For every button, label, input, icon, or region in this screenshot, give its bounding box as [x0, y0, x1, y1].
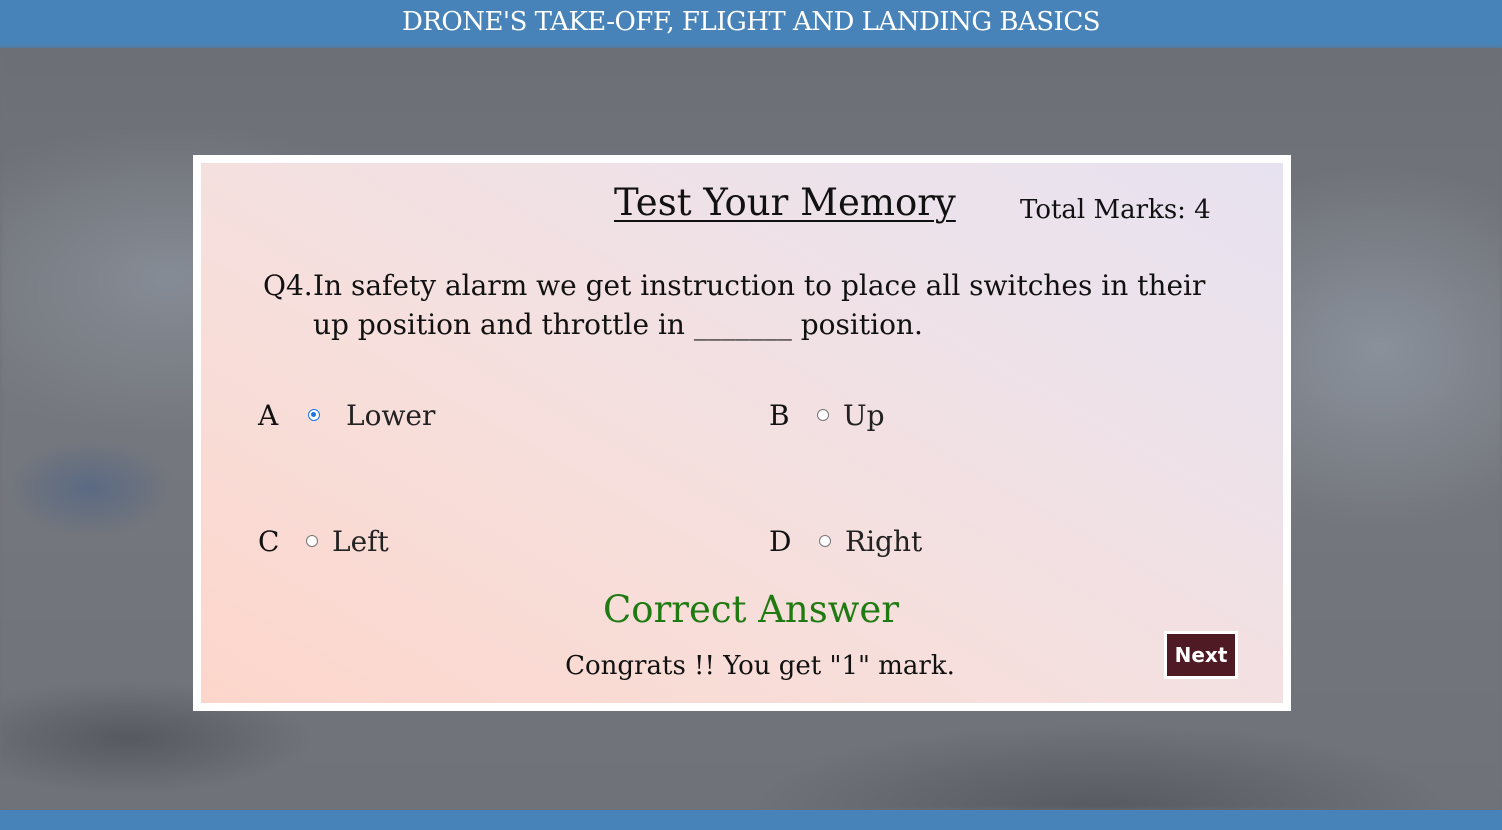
- page-header: DRONE'S TAKE-OFF, FLIGHT AND LANDING BAS…: [0, 0, 1502, 48]
- result-title: Correct Answer: [603, 588, 899, 631]
- total-marks: Total Marks: 4: [1020, 195, 1211, 225]
- option-d-radio[interactable]: [819, 535, 831, 547]
- option-label: Right: [845, 524, 923, 558]
- option-letter: A: [258, 398, 279, 432]
- option-b-radio[interactable]: [817, 409, 829, 421]
- question-text: In safety alarm we get instruction to pl…: [313, 269, 1206, 341]
- question-number: Q4.: [263, 269, 313, 302]
- option-d[interactable]: D Right: [769, 521, 922, 561]
- quiz-panel: Test Your Memory Total Marks: 4 Q4. In s…: [193, 155, 1291, 711]
- footer-bar: [0, 810, 1502, 830]
- next-button[interactable]: Next: [1164, 631, 1238, 679]
- option-label: Up: [843, 398, 885, 432]
- quiz-panel-inner: Test Your Memory Total Marks: 4 Q4. In s…: [201, 163, 1283, 703]
- option-b[interactable]: B Up: [769, 395, 885, 435]
- page-title: DRONE'S TAKE-OFF, FLIGHT AND LANDING BAS…: [401, 7, 1101, 37]
- option-letter: D: [769, 524, 792, 558]
- option-c-radio[interactable]: [306, 535, 318, 547]
- option-letter: C: [258, 524, 280, 558]
- quiz-title: Test Your Memory: [614, 181, 956, 224]
- option-c[interactable]: C Left: [258, 521, 389, 561]
- option-label: Lower: [346, 398, 436, 432]
- option-label: Left: [332, 524, 389, 558]
- option-a-radio[interactable]: [308, 409, 320, 421]
- result-message: Congrats !! You get "1" mark.: [565, 651, 955, 681]
- option-letter: B: [769, 398, 790, 432]
- option-a[interactable]: A Lower: [258, 395, 435, 435]
